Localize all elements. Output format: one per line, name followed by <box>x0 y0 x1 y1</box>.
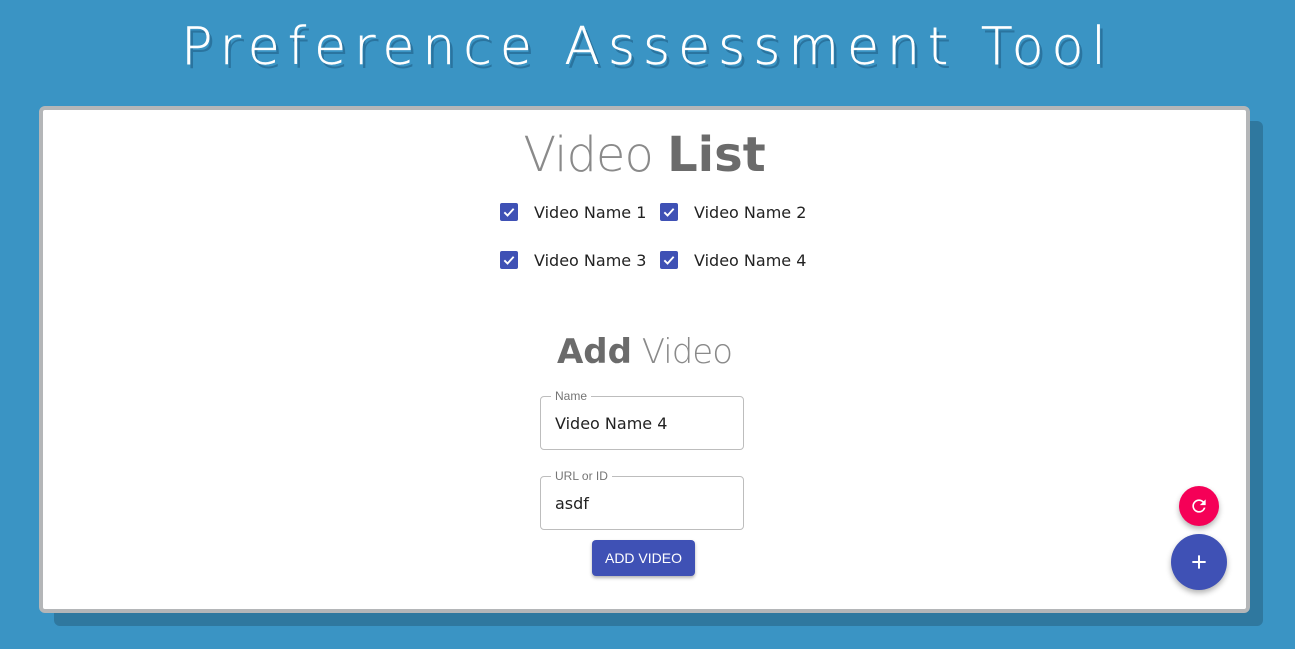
refresh-button[interactable] <box>1179 486 1219 526</box>
video-checkbox-item[interactable]: Video Name 3 <box>499 250 659 270</box>
add-video-title-light: Video <box>631 332 733 372</box>
url-input[interactable] <box>541 477 743 529</box>
checkbox-checked-icon[interactable] <box>660 203 678 221</box>
checkbox-checked-icon[interactable] <box>500 203 518 221</box>
add-video-title: Add Video <box>43 330 1246 374</box>
checkbox-checked-icon[interactable] <box>660 251 678 269</box>
video-list-title: Video List <box>43 126 1246 184</box>
add-video-title-bold: Add <box>556 332 632 372</box>
video-label: Video Name 2 <box>694 202 807 222</box>
video-label: Video Name 4 <box>694 250 807 270</box>
video-list: Video Name 1 Video Name 2 Video Name 3 V… <box>499 202 819 270</box>
main-card: Video List Video Name 1 Video Name 2 Vid… <box>39 106 1250 613</box>
add-fab-button[interactable] <box>1171 534 1227 590</box>
video-list-title-light: Video <box>523 127 668 183</box>
video-label: Video Name 3 <box>534 250 647 270</box>
video-checkbox-item[interactable]: Video Name 4 <box>659 250 819 270</box>
name-field: Name <box>540 389 744 450</box>
checkbox-checked-icon[interactable] <box>500 251 518 269</box>
plus-icon <box>1189 552 1209 572</box>
url-field: URL or ID <box>540 469 744 530</box>
video-checkbox-item[interactable]: Video Name 2 <box>659 202 819 222</box>
video-checkbox-item[interactable]: Video Name 1 <box>499 202 659 222</box>
add-video-button[interactable]: ADD VIDEO <box>592 540 695 576</box>
refresh-icon <box>1189 496 1209 516</box>
video-list-title-bold: List <box>667 127 766 183</box>
name-input[interactable] <box>541 397 743 449</box>
video-label: Video Name 1 <box>534 202 647 222</box>
app-title: Preference Assessment Tool <box>181 17 1114 77</box>
